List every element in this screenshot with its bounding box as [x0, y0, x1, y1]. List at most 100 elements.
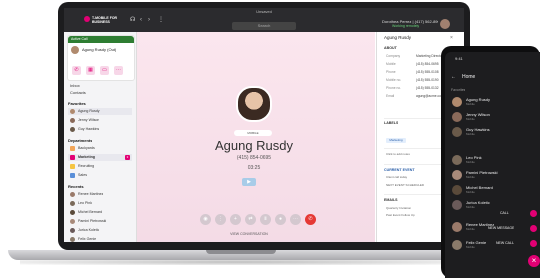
- contact-sub: Mobile: [466, 132, 475, 136]
- message-icon[interactable]: [530, 225, 537, 232]
- field-label: Mobile no.: [386, 78, 402, 82]
- brand-logo: [84, 16, 90, 22]
- label-chip[interactable]: Marketing: [386, 138, 406, 143]
- department-icon: [70, 164, 75, 169]
- phone-icon[interactable]: ✆: [72, 66, 81, 75]
- add-note-field[interactable]: Click to add notes: [386, 152, 410, 156]
- more-icon[interactable]: ⋯: [114, 66, 123, 75]
- list-item[interactable]: Marketing 3: [68, 154, 132, 161]
- field-label: Phone no.: [386, 86, 402, 90]
- avatar[interactable]: [440, 19, 450, 29]
- list-item[interactable]: Pamini Pietrowski: [68, 218, 132, 225]
- contact-sub: Mobile: [466, 205, 475, 209]
- forward-arrow-icon[interactable]: ›: [148, 17, 150, 23]
- department-icon: [70, 146, 75, 151]
- laptop-notch: [206, 250, 276, 254]
- departments-header[interactable]: Departments: [68, 138, 92, 143]
- list-item-label: Renee Martinez: [78, 192, 104, 196]
- phone-icon[interactable]: [530, 210, 537, 217]
- speed-dial-label[interactable]: NEW MESSAGE: [488, 226, 514, 230]
- avatar: [70, 228, 75, 233]
- contact-sub: Mobile: [466, 190, 475, 194]
- end-call-icon[interactable]: ✆: [305, 214, 316, 225]
- call-view: [137, 32, 375, 242]
- mute-icon[interactable]: ◉: [200, 214, 211, 225]
- field-value[interactable]: (415) 555-0108: [416, 70, 439, 74]
- close-icon[interactable]: ×: [450, 35, 453, 41]
- list-item[interactable]: Felix Genie: [68, 236, 132, 242]
- list-item-label: Jenny Wilson: [78, 118, 100, 122]
- contact-sub: Mobile: [466, 160, 475, 164]
- keypad-icon[interactable]: ⋮: [215, 214, 226, 225]
- field-value[interactable]: (415) 555-0190: [416, 78, 439, 82]
- message-icon[interactable]: ▭: [100, 66, 109, 75]
- avatar: [70, 219, 75, 224]
- hold-icon[interactable]: Ⅱ: [260, 214, 271, 225]
- record-icon[interactable]: ●: [275, 214, 286, 225]
- field-label: Mobile: [386, 62, 396, 66]
- call-type-chip: MOBILE: [234, 130, 272, 136]
- current-event-header: CURRENT EVENT: [384, 168, 415, 172]
- email-item[interactable]: Quarterly Invitation: [386, 206, 411, 210]
- back-arrow-icon[interactable]: ‹: [140, 17, 142, 23]
- avatar: [452, 155, 462, 165]
- active-call-header: Active Call: [68, 36, 134, 43]
- field-value[interactable]: agung@acme.com: [416, 94, 444, 98]
- phone-title: Home: [462, 74, 476, 80]
- unread-badge: 3: [125, 155, 130, 160]
- active-call-card[interactable]: Active Call Agung Rusdy (Out) ✆ ▦ ▭ ⋯: [67, 35, 135, 81]
- sidebar: Active Call Agung Rusdy (Out) ✆ ▦ ▭ ⋯ In…: [64, 32, 137, 242]
- speed-dial-label[interactable]: CALL: [500, 211, 509, 215]
- headset-icon[interactable]: ☊: [130, 17, 135, 23]
- search-input[interactable]: Search: [232, 22, 296, 30]
- avatar: [452, 112, 462, 122]
- view-conversation-link[interactable]: VIEW CONVERSATION: [214, 232, 284, 236]
- sidebar-item-contacts[interactable]: Contacts: [70, 90, 86, 95]
- sidebar-item-inbox[interactable]: Inbox: [70, 83, 80, 88]
- list-item[interactable]: Recruiting: [68, 163, 132, 170]
- speed-dial-label[interactable]: NEW CALL: [496, 241, 514, 245]
- list-item[interactable]: Jurica Koletic: [68, 227, 132, 234]
- list-item[interactable]: Michel Bernard: [68, 209, 132, 216]
- list-item-label: Jurica Koletic: [78, 228, 100, 232]
- current-event-value: Client call today: [386, 175, 408, 179]
- list-item-label: Recruiting: [78, 164, 95, 168]
- list-item[interactable]: Backyards: [68, 145, 132, 152]
- contact-sub: Mobile: [466, 102, 475, 106]
- department-icon: [70, 173, 75, 178]
- add-call-icon[interactable]: [530, 240, 537, 247]
- recents-header[interactable]: Recents: [68, 184, 84, 189]
- transfer-icon[interactable]: ⇄: [245, 214, 256, 225]
- favorites-header[interactable]: Favorites: [68, 101, 86, 106]
- list-item-label: Michel Bernard: [78, 210, 103, 214]
- dialpad-icon[interactable]: ⋮: [158, 17, 164, 23]
- avatar: [452, 127, 462, 137]
- laptop-screen: Unsaved T-MOBILE FOR BUSINESS ☊ ‹ › ⋮ Se…: [64, 8, 464, 242]
- caller-avatar: [236, 86, 272, 122]
- list-item[interactable]: Jenny Wilson: [68, 117, 132, 124]
- avatar: [70, 201, 75, 206]
- list-item[interactable]: Leo Pink: [68, 200, 132, 207]
- grid-icon[interactable]: ▦: [86, 66, 95, 75]
- list-item-label: Leo Pink: [78, 201, 92, 205]
- brand-name: T-MOBILE FOR BUSINESS: [92, 16, 118, 24]
- field-value[interactable]: (415) 854-0695: [416, 62, 439, 66]
- window-title: Unsaved: [256, 9, 272, 14]
- list-item-label: Agung Rusdy: [78, 109, 100, 113]
- active-call-name: Agung Rusdy (Out): [82, 47, 117, 52]
- back-arrow-icon[interactable]: ←: [451, 74, 456, 80]
- more-icon[interactable]: ⋯: [290, 214, 301, 225]
- list-item[interactable]: Sales: [68, 172, 132, 179]
- user-status[interactable]: Working remotely: [392, 24, 419, 28]
- field-value[interactable]: (415) 555-0132: [416, 86, 439, 90]
- add-call-icon[interactable]: +: [230, 214, 241, 225]
- email-item[interactable]: Past Event Follow Up: [386, 213, 415, 217]
- play-icon[interactable]: ▶: [242, 178, 256, 186]
- avatar: [70, 210, 75, 215]
- list-item[interactable]: Guy Hawkins: [68, 126, 132, 133]
- close-speed-dial-button[interactable]: ×: [528, 255, 540, 267]
- department-icon: [70, 155, 75, 160]
- avatar: [70, 192, 75, 197]
- list-item[interactable]: Renee Martinez: [68, 191, 132, 198]
- list-item[interactable]: Agung Rusdy: [68, 108, 132, 115]
